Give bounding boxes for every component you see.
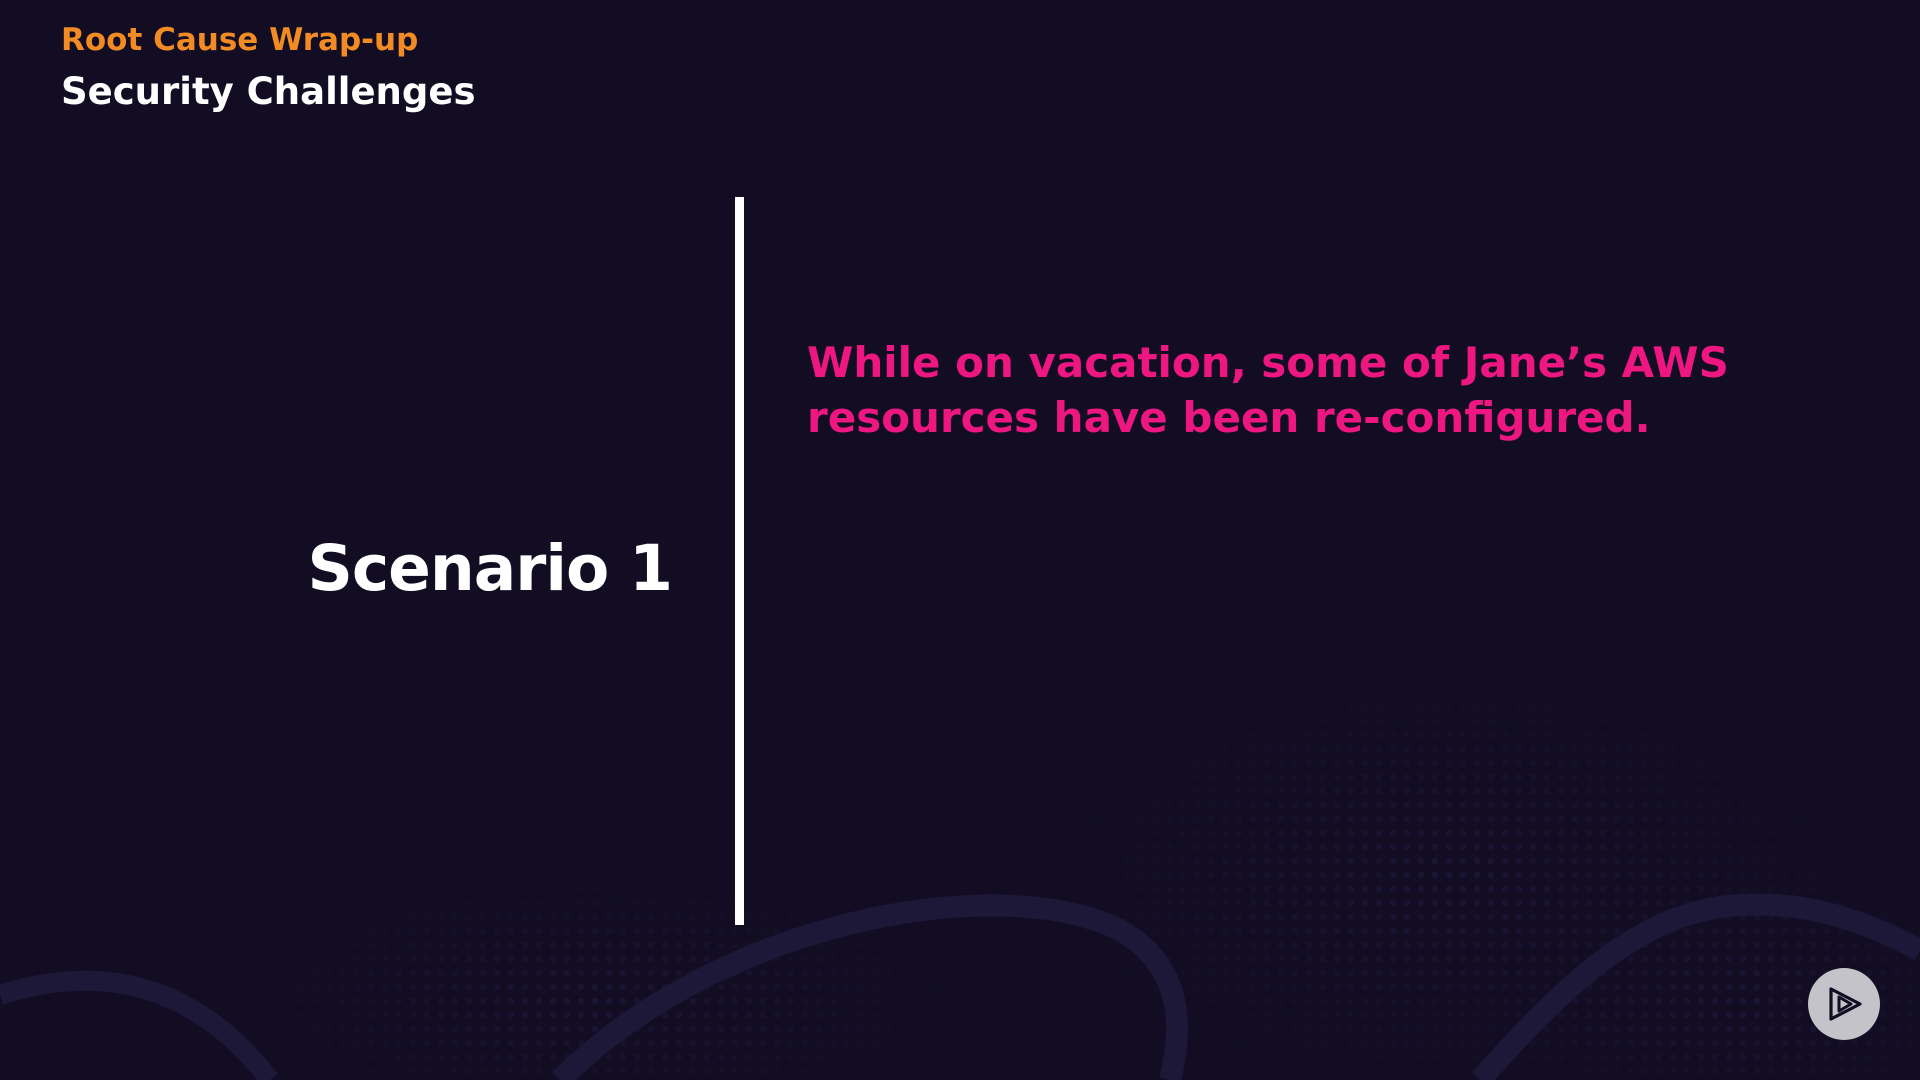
play-logo-icon [1829,987,1862,1021]
scenario-description: While on vacation, some of Jane’s AWS re… [807,338,1729,442]
background-pattern [0,0,1920,1080]
page-title: Security Challenges [61,70,476,113]
play-logo-button[interactable] [1808,968,1880,1040]
slide: Root Cause Wrap-up Security Challenges S… [0,0,1920,1080]
section-kicker: Root Cause Wrap-up [61,22,419,58]
scenario-label: Scenario 1 [307,532,673,605]
vertical-divider [735,197,744,925]
